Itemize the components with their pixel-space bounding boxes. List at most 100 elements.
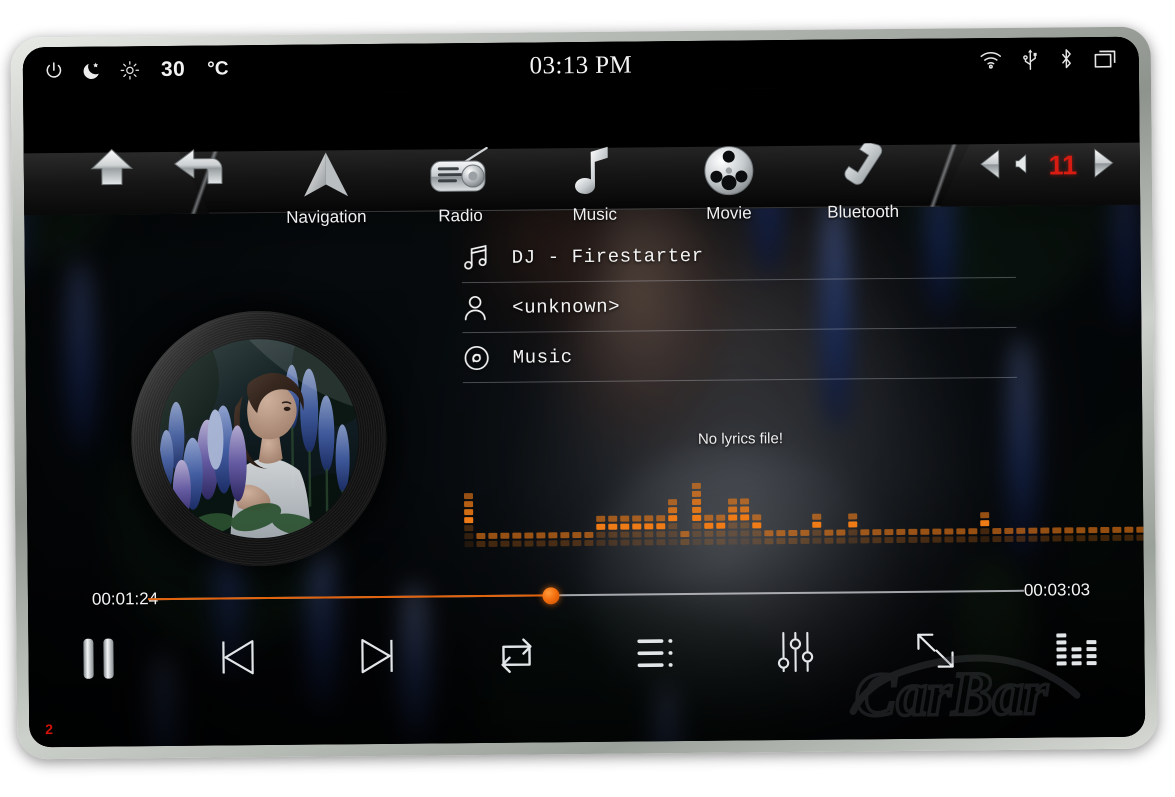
seek-thumb[interactable] [542,587,560,605]
spectrum-bar [944,528,954,535]
spectrum-bar [704,514,714,529]
home-up-button[interactable] [86,145,138,194]
spectrum-bar [1088,527,1098,534]
speaker-icon [1014,152,1036,181]
visualizer-button[interactable] [1005,613,1145,686]
spectrum-column [1040,527,1050,542]
spectrum-bar [524,532,534,539]
spectrum-column [848,513,858,544]
spectrum-column [691,482,702,545]
spectrum-bar [728,498,738,521]
spectrum-bar [920,528,930,535]
app-bluetooth[interactable]: Bluetooth [798,141,927,223]
spectrum-column [956,528,966,543]
music-note-icon [568,144,621,198]
spectrum-bar [980,512,990,527]
spectrum-column [800,529,810,544]
volume-level: 11 [1048,150,1078,181]
total-time: 00:03:03 [1023,580,1091,600]
music-player-screen: DJ - Firestarter <unknown> Music No lyri… [24,205,1146,748]
spectrum-column [884,529,894,544]
app-label: Radio [438,205,483,226]
volume-control: 11 [978,147,1116,185]
spectrum-column [812,513,822,544]
spectrum-column [476,532,486,548]
spectrum-bar [608,515,618,530]
spectrum-column [704,514,714,545]
spectrum-bar [1124,526,1134,533]
multitask-window-icon[interactable] [1093,47,1119,74]
back-button[interactable] [172,143,230,195]
seek-fill [147,594,551,601]
spectrum-column [896,528,906,544]
seek-bar[interactable] [147,580,1024,610]
spectrum-bar [872,529,882,536]
spectrum-bar [632,515,642,530]
spectrum-bar [1136,526,1146,533]
spectrum-column [728,498,738,545]
spectrum-bar [1064,527,1074,534]
app-music[interactable]: Music [530,143,659,225]
app-radio[interactable]: Radio [396,145,525,227]
spectrum-bar [776,530,786,537]
app-shortcuts-row: Navigation Radio Music Movie Bluetooth [259,141,931,228]
spectrum-column [1028,527,1038,542]
spectrum-bar [740,498,750,521]
navigation-arrow-icon [299,146,354,201]
spectrum-column [944,528,954,543]
spectrum-column [776,530,786,545]
transport-controls [28,609,1145,700]
app-label: Navigation [286,207,367,227]
current-time: 00:01:24 [91,589,159,609]
pause-button[interactable] [28,622,168,695]
spectrum-column [752,514,762,545]
lyrics-message: No lyrics file! [697,430,784,448]
album-art-disc[interactable] [130,309,388,568]
spectrum-bar [836,529,846,536]
spectrum-bar [512,532,522,539]
spectrum-column [788,529,798,545]
track-artist: <unknown> [512,295,621,319]
spectrum-bar [488,532,498,539]
spectrum-bar [860,529,870,536]
app-movie[interactable]: Movie [664,142,793,224]
next-track-button[interactable] [307,619,447,692]
fullscreen-button[interactable] [865,614,1005,687]
volume-up-button[interactable] [1090,147,1116,184]
track-album: Music [512,345,573,369]
spectrum-bar [764,530,774,537]
spectrum-column [716,514,726,545]
app-navigation[interactable]: Navigation [262,146,391,228]
spectrum-bar [788,529,798,537]
app-label: Music [572,204,618,225]
track-artist-row: <unknown> [461,277,1017,334]
playlist-button[interactable] [586,617,726,690]
usb-icon [1021,48,1040,76]
spectrum-visualizer [463,473,1146,548]
equalizer-button[interactable] [726,615,866,688]
spectrum-bar [1076,527,1086,534]
volume-down-button[interactable] [978,148,1004,185]
app-navigation-bar: Navigation Radio Music Movie Bluetooth 1… [23,84,1140,227]
spectrum-bar [691,482,702,521]
spectrum-bar [848,513,858,528]
spectrum-bar [476,532,486,540]
spectrum-bar [812,513,822,528]
spectrum-column [920,528,930,543]
spectrum-bar [992,528,1002,535]
spectrum-column [500,532,510,547]
spectrum-column [1100,526,1110,542]
repeat-button[interactable] [447,618,587,691]
phone-handset-icon [834,141,891,196]
spectrum-bar [968,528,978,535]
spectrum-bar [1100,526,1110,534]
spectrum-column [836,529,846,544]
previous-track-button[interactable] [168,621,308,694]
spectrum-column [872,529,882,544]
spectrum-column [488,532,498,547]
spectrum-bar [800,529,810,536]
radio-icon [423,145,498,200]
spectrum-column [992,528,1002,543]
touchscreen[interactable]: 30 °C 03:13 PM Navigation Radio Music Mo… [22,36,1146,748]
app-label: Bluetooth [827,201,900,222]
